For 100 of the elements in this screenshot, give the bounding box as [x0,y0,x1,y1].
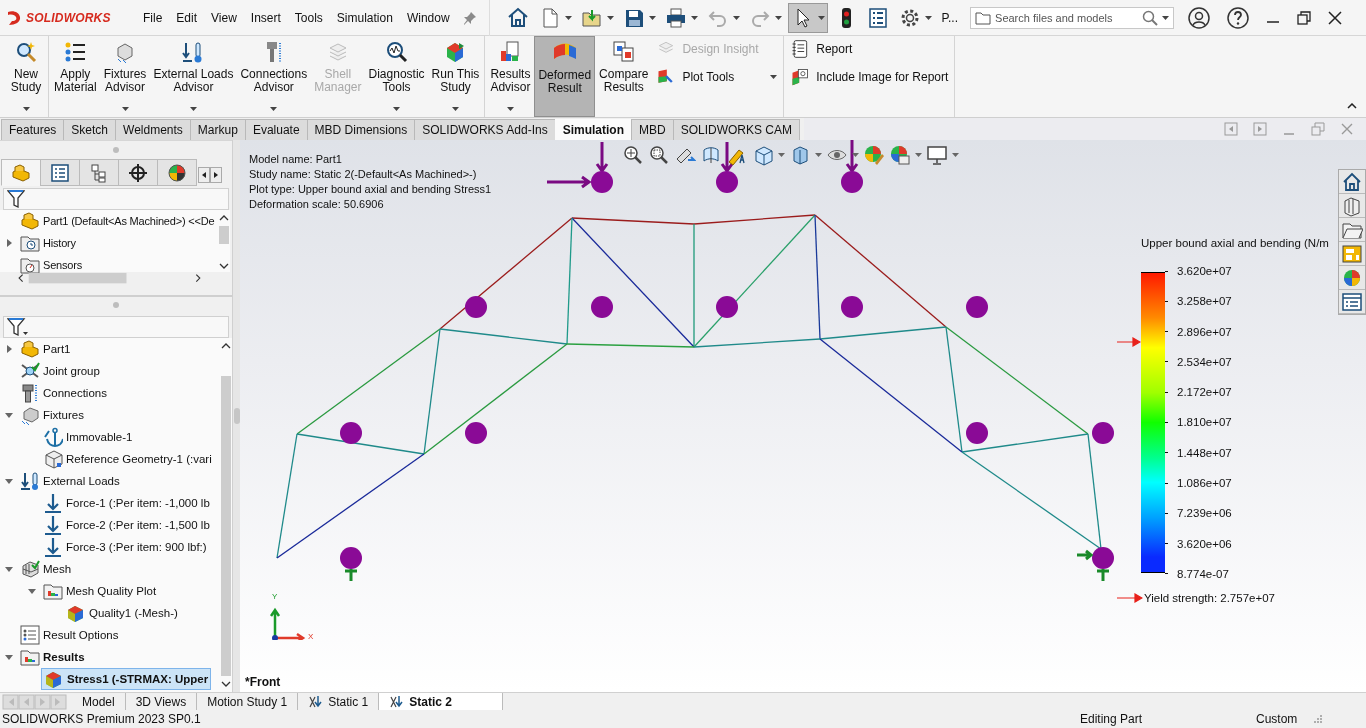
close-icon[interactable] [1328,10,1343,25]
ribbon-button[interactable]: Compare Results [596,36,652,117]
caret-icon[interactable] [778,153,785,157]
caret-icon[interactable] [815,153,822,157]
tree-item[interactable]: Mesh [18,558,74,580]
tree-item[interactable]: Sensors [18,254,84,277]
tree-item[interactable]: Reference Geometry-1 (:vari [41,448,214,470]
caret-icon[interactable] [732,15,740,20]
expand-toggle[interactable] [5,654,13,660]
tree-item[interactable]: Mesh Quality Plot [41,580,159,602]
expand-toggle[interactable] [5,566,13,572]
ribbon-button[interactable]: Results Advisor [487,36,534,117]
tree-item[interactable]: Results [18,646,87,668]
caret-icon[interactable] [1162,15,1170,20]
caret-icon[interactable] [690,15,698,20]
scroll-left-icon[interactable] [198,167,210,184]
menu-item[interactable]: Simulation [329,10,400,25]
ribbon-button[interactable]: Connections Advisor [237,36,311,117]
apply-scene-icon[interactable] [889,144,911,166]
command-tab[interactable]: SOLIDWORKS CAM [672,119,801,140]
tree-item[interactable]: Stress1 (-STRMAX: Upper [41,668,212,690]
expand-toggle[interactable] [28,588,36,594]
ribbon-button[interactable]: Plot Tools [654,66,780,88]
ribbon-button[interactable]: Deformed Result [534,36,596,117]
tree-item[interactable]: Force-1 (:Per item: -1,000 lb [41,492,212,514]
filter-field[interactable] [3,316,229,338]
tree-item[interactable]: Joint group [18,360,102,382]
tree-item[interactable]: History [18,232,78,255]
menu-item[interactable]: Tools [287,10,330,25]
splitter-handle[interactable] [233,408,240,424]
caret-icon[interactable] [915,153,922,157]
tree-item[interactable]: Connections [18,382,109,404]
pin-icon[interactable] [462,10,477,25]
scroll-right-icon[interactable] [210,167,222,184]
command-tab[interactable]: Simulation [554,119,632,140]
panel-tab[interactable] [118,159,158,187]
expand-toggle[interactable] [6,239,12,248]
caret-icon[interactable] [924,15,932,20]
command-tab[interactable]: SOLIDWORKS Add-Ins [414,119,556,140]
overflow-button[interactable]: P... [941,10,959,25]
task-pane-tab[interactable] [1339,170,1365,194]
tree-item[interactable]: Immovable-1 [41,426,135,448]
caret-icon[interactable] [648,15,656,20]
tree-item[interactable]: Force-3 (:Per item: 900 lbf:) [41,536,209,558]
expand-toggle[interactable] [5,412,13,418]
bottom-tab[interactable]: Static 2 [379,693,503,710]
command-tab[interactable]: Sketch [63,119,117,140]
caret-icon[interactable] [564,15,572,20]
command-tab[interactable]: MBD [631,119,674,140]
ribbon-button[interactable]: Include Image for Report [788,66,951,88]
expand-toggle[interactable] [5,478,13,484]
tree-item[interactable]: Part1 (Default<As Machined>) <<De [18,210,217,233]
view-orientation-icon[interactable] [752,144,774,166]
resize-grip-icon[interactable] [1313,714,1324,724]
filter-field[interactable] [3,188,229,211]
zoom-fit-icon[interactable] [622,144,644,166]
tree-item[interactable]: External Loads [18,470,122,492]
tree-item[interactable]: Force-2 (:Per item: -1,500 lb [41,514,212,536]
search-field[interactable]: Search files and models [970,6,1175,29]
panel-grip[interactable] [113,147,119,154]
command-tab[interactable]: Features [1,119,65,140]
monitor-icon[interactable] [926,144,948,166]
command-tab[interactable]: Evaluate [244,119,308,140]
tree-item[interactable]: Part1 [18,338,73,360]
caret-icon[interactable] [606,15,614,20]
tree-item[interactable]: Quality1 (-Mesh-) [64,602,180,624]
ribbon-button[interactable]: External Loads Advisor [150,36,237,117]
ribbon-button[interactable]: Diagnostic Tools [365,36,428,117]
ribbon-button[interactable]: New Study [6,36,46,117]
caret-icon[interactable] [817,15,825,20]
task-pane-tab[interactable] [1339,194,1365,218]
command-tab[interactable]: Weldments [115,119,191,140]
task-pane-tab[interactable] [1339,290,1365,314]
edit-appearance-icon[interactable] [863,144,885,166]
command-tab[interactable]: Markup [189,119,246,140]
caret-icon[interactable] [952,153,959,157]
units-button[interactable]: Custom [1256,712,1298,726]
search-icon[interactable] [1142,9,1159,26]
expand-toggle[interactable] [6,345,12,353]
tree-item[interactable]: Fixtures [18,404,86,426]
ribbon-button[interactable]: Fixtures Advisor [100,36,150,117]
user-icon[interactable] [1188,6,1211,29]
menu-item[interactable]: Insert [243,10,288,25]
command-tab[interactable]: MBD Dimensions [306,119,416,140]
section-view-icon[interactable] [700,144,722,166]
tree-item[interactable]: Result Options [18,624,121,646]
restore-icon[interactable] [1297,10,1312,25]
panel-grip[interactable] [113,302,119,309]
menu-item[interactable]: Window [399,10,457,25]
collapse-ribbon-icon[interactable] [1347,103,1357,109]
menu-item[interactable]: View [204,10,244,25]
menu-item[interactable]: File [136,10,170,25]
ribbon-button[interactable]: Apply Material [51,36,100,117]
menu-item[interactable]: Edit [169,10,205,25]
task-pane-tab[interactable] [1339,242,1365,266]
caret-icon[interactable] [774,15,782,20]
caret-icon[interactable] [852,153,859,157]
zoom-area-icon[interactable] [648,144,670,166]
ribbon-button[interactable]: Run This Study [428,36,483,117]
panel-tab[interactable] [157,159,197,187]
